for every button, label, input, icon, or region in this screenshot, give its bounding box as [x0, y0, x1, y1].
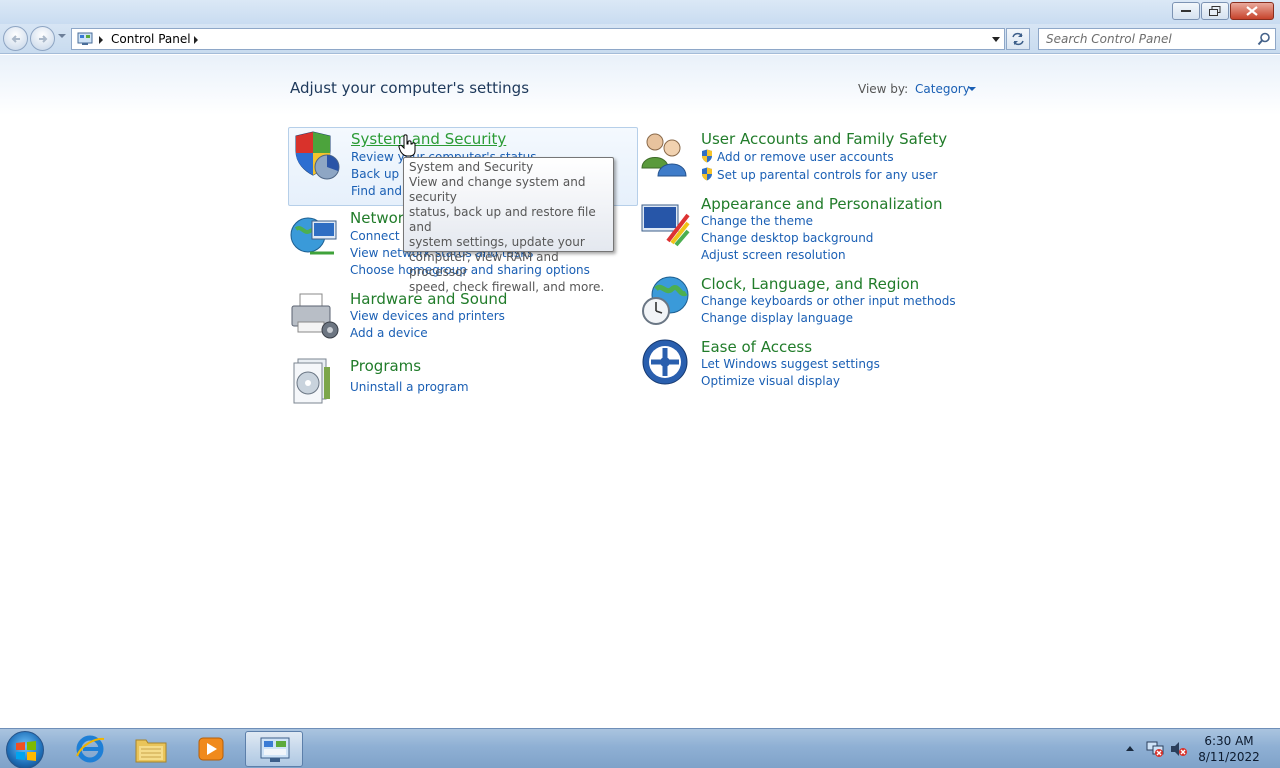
category-link[interactable]: Change desktop background: [701, 231, 873, 245]
clock-date: 8/11/2022: [1198, 750, 1260, 764]
category-link-text[interactable]: Add or remove user accounts: [717, 150, 894, 164]
category-hardware-and-sound[interactable]: Hardware and Sound View devices and prin…: [290, 290, 630, 345]
tooltip-line: system settings, update your: [409, 235, 585, 249]
taskbar-internet-explorer[interactable]: [61, 731, 119, 767]
category-link[interactable]: Add a device: [350, 326, 428, 340]
close-icon: [1246, 6, 1258, 16]
back-button[interactable]: [3, 26, 28, 51]
category-title[interactable]: User Accounts and Family Safety: [701, 130, 947, 148]
tooltip-title: System and Security: [409, 160, 534, 174]
category-ease-of-access[interactable]: Ease of Access Let Windows suggest setti…: [640, 338, 960, 393]
minimize-button[interactable]: [1172, 2, 1200, 20]
category-link[interactable]: Uninstall a program: [350, 380, 469, 394]
close-button[interactable]: [1230, 2, 1274, 20]
forward-arrow-icon: [39, 35, 48, 43]
category-link-text[interactable]: Set up parental controls for any user: [717, 168, 937, 182]
navigation-bar: Control Panel Search Control Panel: [0, 24, 1280, 54]
category-title[interactable]: Programs: [350, 357, 421, 375]
category-link[interactable]: Change keyboards or other input methods: [701, 294, 956, 308]
taskbar-control-panel[interactable]: [245, 731, 303, 767]
category-link[interactable]: Optimize visual display: [701, 374, 840, 388]
window-controls: [1171, 2, 1274, 20]
category-title[interactable]: System and Security: [351, 130, 506, 148]
tooltip-line: computer, view RAM and processor: [409, 250, 559, 279]
users-icon: [641, 133, 687, 177]
uac-shield-icon: [702, 167, 712, 181]
shield-icon: [295, 131, 340, 180]
clock-globe-icon: [642, 276, 689, 325]
search-input[interactable]: Search Control Panel: [1046, 32, 1172, 46]
network-globe-icon: [290, 217, 337, 255]
category-title[interactable]: Clock, Language, and Region: [701, 275, 919, 293]
taskbar-media-player[interactable]: [183, 731, 241, 767]
tooltip-line: View and change system and security: [409, 175, 586, 204]
category-clock-language-region[interactable]: Clock, Language, and Region Change keybo…: [640, 275, 960, 330]
start-button[interactable]: [6, 731, 44, 768]
category-link[interactable]: Adjust screen resolution: [701, 248, 846, 262]
clock-time: 6:30 AM: [1204, 734, 1254, 748]
hand-cursor-icon: [398, 134, 416, 157]
category-link[interactable]: Set up parental controls for any user: [700, 167, 937, 182]
printer-icon: [291, 293, 339, 339]
category-title[interactable]: Ease of Access: [701, 338, 812, 356]
address-bar[interactable]: Control Panel: [71, 28, 1005, 50]
breadcrumb-separator-icon[interactable]: [194, 36, 198, 44]
title-bar: [0, 0, 1280, 24]
search-icon[interactable]: [1257, 32, 1271, 46]
tooltip-line: status, back up and restore file and: [409, 205, 596, 234]
category-link[interactable]: Let Windows suggest settings: [701, 357, 880, 371]
ease-of-access-icon: [642, 339, 688, 385]
view-by-caret-icon[interactable]: [968, 87, 976, 91]
category-programs[interactable]: Programs Uninstall a program: [290, 357, 630, 404]
tooltip: System and Security View and change syst…: [403, 157, 614, 294]
category-link[interactable]: Change the theme: [701, 214, 813, 228]
media-player-icon: [198, 737, 224, 761]
category-user-accounts[interactable]: User Accounts and Family Safety Add or r…: [640, 130, 960, 185]
taskbar-file-explorer[interactable]: [122, 731, 180, 767]
view-by-label: View by:: [858, 82, 909, 96]
search-box[interactable]: Search Control Panel: [1038, 28, 1276, 50]
taskbar: 6:30 AM 8/11/2022: [0, 728, 1280, 768]
control-panel-small-icon: [77, 32, 93, 45]
internet-explorer-icon: [76, 735, 105, 763]
recent-pages-dropdown[interactable]: [58, 34, 66, 38]
category-title[interactable]: Appearance and Personalization: [701, 195, 943, 213]
control-panel-icon: [260, 737, 290, 762]
view-by-dropdown[interactable]: Category: [915, 82, 970, 96]
volume-icon[interactable]: [1170, 741, 1188, 757]
file-explorer-icon: [135, 739, 167, 763]
programs-icon: [293, 358, 330, 404]
tooltip-line: speed, check firewall, and more.: [409, 280, 605, 294]
refresh-icon: [1012, 32, 1024, 46]
category-appearance[interactable]: Appearance and Personalization Change th…: [640, 195, 960, 265]
back-arrow-icon: [11, 35, 20, 43]
monitor-paint-icon: [641, 204, 690, 247]
category-link[interactable]: View devices and printers: [350, 309, 505, 323]
refresh-button[interactable]: [1006, 28, 1030, 50]
show-hidden-icons-button[interactable]: [1126, 746, 1134, 751]
category-link[interactable]: Add or remove user accounts: [700, 149, 894, 164]
forward-button[interactable]: [30, 26, 55, 51]
restore-icon: [1209, 6, 1221, 16]
restore-button[interactable]: [1201, 2, 1229, 20]
category-link[interactable]: Change display language: [701, 311, 853, 325]
address-dropdown-arrow-icon[interactable]: [992, 37, 1000, 42]
windows-logo-icon: [16, 741, 36, 761]
network-icon[interactable]: [1146, 741, 1164, 757]
uac-shield-icon: [702, 149, 712, 163]
page-title: Adjust your computer's settings: [290, 79, 530, 97]
system-clock[interactable]: 6:30 AM 8/11/2022: [1196, 733, 1262, 765]
minimize-icon: [1181, 10, 1191, 12]
breadcrumb-control-panel[interactable]: Control Panel: [111, 32, 191, 46]
breadcrumb-separator-icon[interactable]: [99, 36, 103, 44]
